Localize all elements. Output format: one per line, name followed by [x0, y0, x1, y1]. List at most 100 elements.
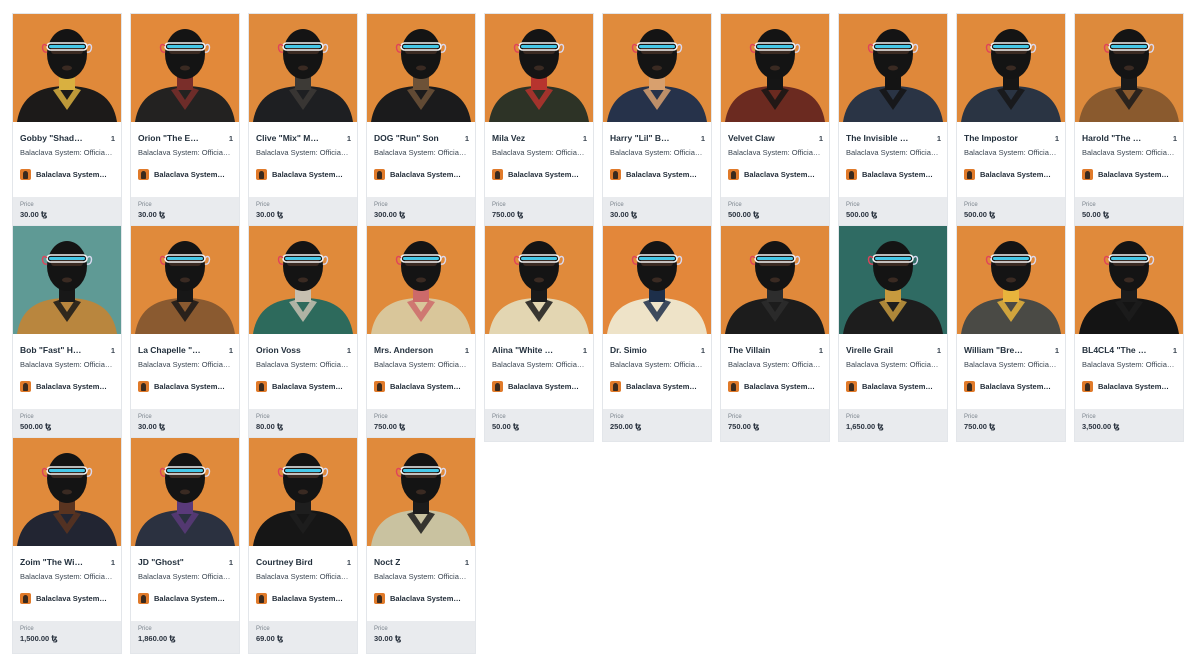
- artwork-thumbnail[interactable]: [603, 14, 711, 122]
- collection-name[interactable]: Balaclava System: Officia…: [13, 147, 121, 159]
- card-title[interactable]: Harold "The …: [1082, 133, 1141, 143]
- artwork-thumbnail[interactable]: [249, 14, 357, 122]
- nft-card[interactable]: Mila Vez 1 Balaclava System: Officia… Balac…: [484, 13, 594, 230]
- card-title[interactable]: La Chapelle "…: [138, 345, 201, 355]
- nft-card[interactable]: Mrs. Anderson 1 Balaclava System: Officia……: [366, 225, 476, 442]
- artwork-thumbnail[interactable]: [721, 14, 829, 122]
- creator-row[interactable]: Balaclava System…: [957, 168, 1065, 180]
- card-title[interactable]: Clive "Mix" M…: [256, 133, 319, 143]
- card-title[interactable]: Zoim "The Wi…: [20, 557, 83, 567]
- artwork-thumbnail[interactable]: [367, 14, 475, 122]
- creator-row[interactable]: Balaclava System…: [131, 380, 239, 392]
- card-title[interactable]: William "Bre…: [964, 345, 1023, 355]
- card-title[interactable]: BL4CL4 "The …: [1082, 345, 1146, 355]
- artwork-thumbnail[interactable]: [249, 226, 357, 334]
- collection-name[interactable]: Balaclava System: Officia…: [721, 147, 829, 159]
- collection-name[interactable]: Balaclava System: Officia…: [131, 571, 239, 583]
- creator-row[interactable]: Balaclava System…: [249, 168, 357, 180]
- nft-card[interactable]: William "Bre… 1 Balaclava System: Officia……: [956, 225, 1066, 442]
- collection-name[interactable]: Balaclava System: Officia…: [957, 359, 1065, 371]
- artwork-thumbnail[interactable]: [603, 226, 711, 334]
- collection-name[interactable]: Balaclava System: Officia…: [1075, 359, 1183, 371]
- nft-card[interactable]: Harold "The … 1 Balaclava System: Officia……: [1074, 13, 1184, 230]
- card-title[interactable]: Bob "Fast" H…: [20, 345, 81, 355]
- nft-card[interactable]: The Villain 1 Balaclava System: Officia… Ba…: [720, 225, 830, 442]
- card-title[interactable]: Gobby "Shad…: [20, 133, 83, 143]
- artwork-thumbnail[interactable]: [131, 226, 239, 334]
- creator-row[interactable]: Balaclava System…: [839, 380, 947, 392]
- artwork-thumbnail[interactable]: [957, 14, 1065, 122]
- artwork-thumbnail[interactable]: [839, 226, 947, 334]
- nft-card[interactable]: Harry "Lil" B… 1 Balaclava System: Officia…: [602, 13, 712, 230]
- collection-name[interactable]: Balaclava System: Officia…: [367, 359, 475, 371]
- card-title[interactable]: The Invisible …: [846, 133, 908, 143]
- collection-name[interactable]: Balaclava System: Officia…: [131, 147, 239, 159]
- card-title[interactable]: Velvet Claw: [728, 133, 775, 143]
- nft-card[interactable]: The Invisible … 1 Balaclava System: Offici…: [838, 13, 948, 230]
- nft-card[interactable]: Clive "Mix" M… 1 Balaclava System: Officia…: [248, 13, 358, 230]
- nft-card[interactable]: Velvet Claw 1 Balaclava System: Officia… Ba…: [720, 13, 830, 230]
- artwork-thumbnail[interactable]: [367, 226, 475, 334]
- collection-name[interactable]: Balaclava System: Officia…: [721, 359, 829, 371]
- artwork-thumbnail[interactable]: [957, 226, 1065, 334]
- collection-name[interactable]: Balaclava System: Officia…: [1075, 147, 1183, 159]
- collection-name[interactable]: Balaclava System: Officia…: [367, 147, 475, 159]
- collection-name[interactable]: Balaclava System: Officia…: [603, 359, 711, 371]
- collection-name[interactable]: Balaclava System: Officia…: [249, 359, 357, 371]
- artwork-thumbnail[interactable]: [1075, 14, 1183, 122]
- creator-row[interactable]: Balaclava System…: [485, 380, 593, 392]
- artwork-thumbnail[interactable]: [367, 438, 475, 546]
- nft-card[interactable]: Gobby "Shad… 1 Balaclava System: Officia… B…: [12, 13, 122, 230]
- nft-card[interactable]: Courtney Bird 1 Balaclava System: Officia……: [248, 437, 358, 654]
- nft-card[interactable]: Virelle Grail 1 Balaclava System: Officia……: [838, 225, 948, 442]
- creator-row[interactable]: Balaclava System…: [721, 168, 829, 180]
- nft-card[interactable]: Orion Voss 1 Balaclava System: Officia… Bal…: [248, 225, 358, 442]
- card-title[interactable]: The Villain: [728, 345, 770, 355]
- artwork-thumbnail[interactable]: [839, 14, 947, 122]
- creator-row[interactable]: Balaclava System…: [249, 592, 357, 604]
- artwork-thumbnail[interactable]: [249, 438, 357, 546]
- collection-name[interactable]: Balaclava System: Officia…: [603, 147, 711, 159]
- creator-row[interactable]: Balaclava System…: [367, 592, 475, 604]
- card-title[interactable]: Alina "White …: [492, 345, 553, 355]
- card-title[interactable]: Mila Vez: [492, 133, 525, 143]
- card-title[interactable]: JD "Ghost": [138, 557, 184, 567]
- collection-name[interactable]: Balaclava System: Officia…: [485, 359, 593, 371]
- nft-card[interactable]: Zoim "The Wi… 1 Balaclava System: Officia……: [12, 437, 122, 654]
- nft-card[interactable]: The Impostor 1 Balaclava System: Officia… B…: [956, 13, 1066, 230]
- collection-name[interactable]: Balaclava System: Officia…: [13, 571, 121, 583]
- creator-row[interactable]: Balaclava System…: [1075, 380, 1183, 392]
- collection-name[interactable]: Balaclava System: Officia…: [249, 147, 357, 159]
- creator-row[interactable]: Balaclava System…: [13, 380, 121, 392]
- artwork-thumbnail[interactable]: [13, 14, 121, 122]
- creator-row[interactable]: Balaclava System…: [839, 168, 947, 180]
- artwork-thumbnail[interactable]: [131, 14, 239, 122]
- creator-row[interactable]: Balaclava System…: [603, 380, 711, 392]
- collection-name[interactable]: Balaclava System: Officia…: [957, 147, 1065, 159]
- artwork-thumbnail[interactable]: [721, 226, 829, 334]
- nft-card[interactable]: Noct Z 1 Balaclava System: Officia… Balacla…: [366, 437, 476, 654]
- nft-card[interactable]: La Chapelle "… 1 Balaclava System: Officia…: [130, 225, 240, 442]
- creator-row[interactable]: Balaclava System…: [603, 168, 711, 180]
- artwork-thumbnail[interactable]: [1075, 226, 1183, 334]
- card-title[interactable]: Mrs. Anderson: [374, 345, 433, 355]
- nft-card[interactable]: Orion "The E… 1 Balaclava System: Officia……: [130, 13, 240, 230]
- nft-card[interactable]: DOG "Run" Son 1 Balaclava System: Officia……: [366, 13, 476, 230]
- creator-row[interactable]: Balaclava System…: [13, 592, 121, 604]
- creator-row[interactable]: Balaclava System…: [131, 592, 239, 604]
- card-title[interactable]: DOG "Run" Son: [374, 133, 439, 143]
- creator-row[interactable]: Balaclava System…: [957, 380, 1065, 392]
- creator-row[interactable]: Balaclava System…: [485, 168, 593, 180]
- nft-card[interactable]: Alina "White … 1 Balaclava System: Officia…: [484, 225, 594, 442]
- creator-row[interactable]: Balaclava System…: [721, 380, 829, 392]
- nft-card[interactable]: JD "Ghost" 1 Balaclava System: Officia… Bal…: [130, 437, 240, 654]
- creator-row[interactable]: Balaclava System…: [1075, 168, 1183, 180]
- card-title[interactable]: Courtney Bird: [256, 557, 313, 567]
- card-title[interactable]: Orion "The E…: [138, 133, 199, 143]
- creator-row[interactable]: Balaclava System…: [131, 168, 239, 180]
- creator-row[interactable]: Balaclava System…: [367, 380, 475, 392]
- card-title[interactable]: Virelle Grail: [846, 345, 893, 355]
- card-title[interactable]: Noct Z: [374, 557, 400, 567]
- collection-name[interactable]: Balaclava System: Officia…: [249, 571, 357, 583]
- artwork-thumbnail[interactable]: [13, 226, 121, 334]
